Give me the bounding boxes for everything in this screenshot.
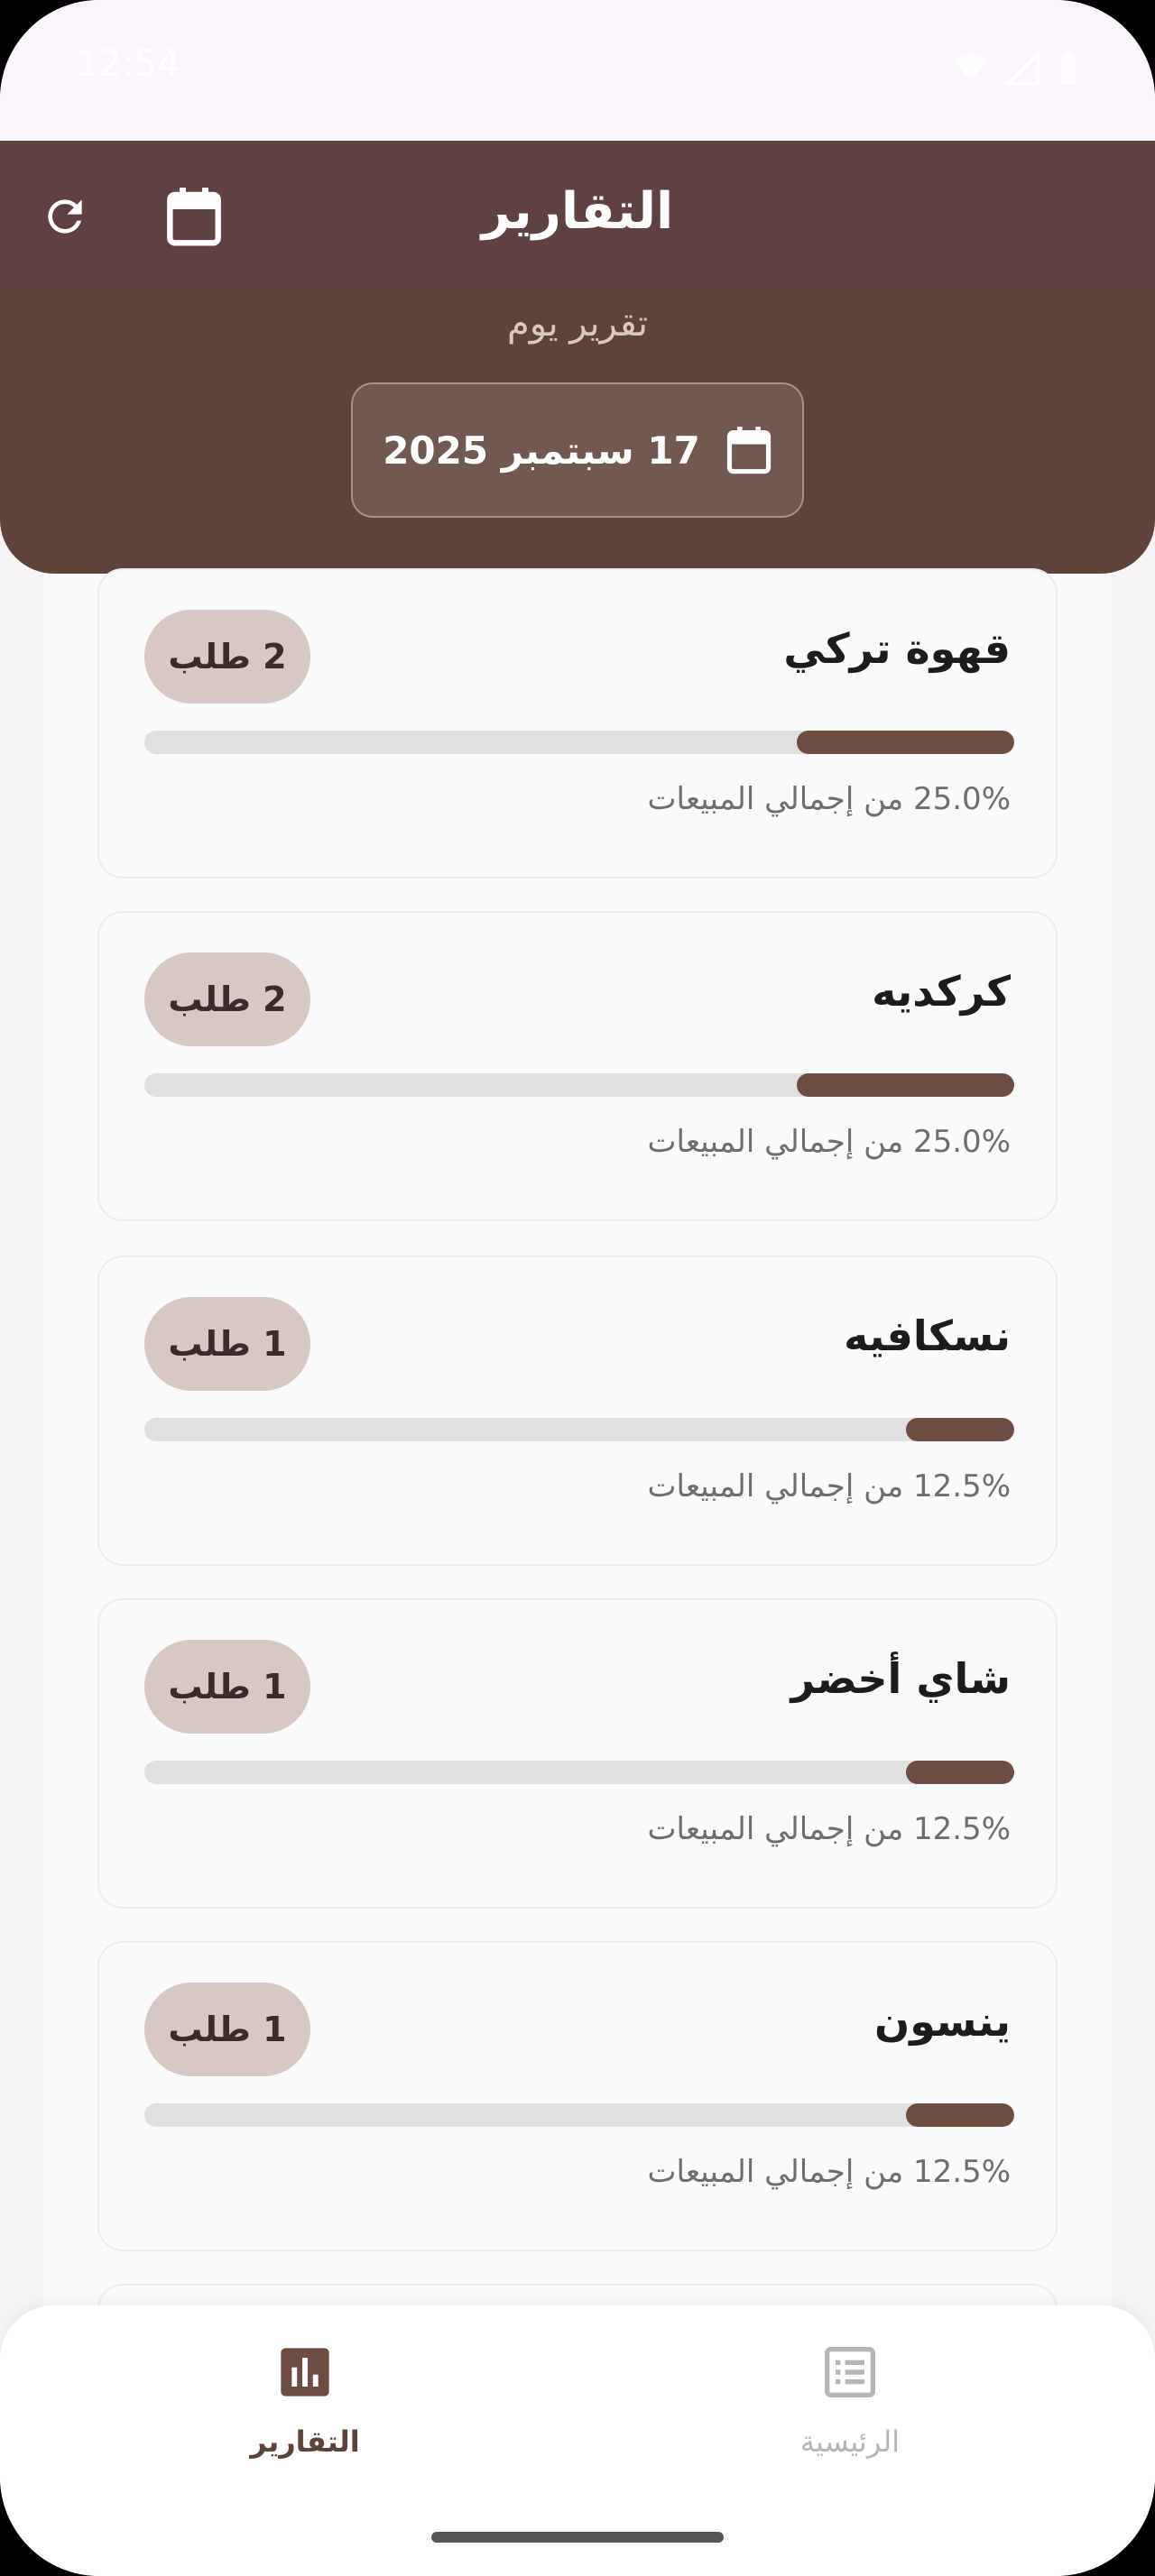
- order-count-badge: 1 طلب: [144, 1297, 310, 1391]
- page-title: التقارير: [481, 182, 674, 241]
- status-icons: [953, 50, 1079, 90]
- sales-share-fill: [797, 731, 1014, 754]
- sales-share-fill: [905, 1418, 1014, 1441]
- item-name: ينسون: [874, 1997, 1011, 2046]
- sales-share-bar: [144, 2103, 1014, 2127]
- sales-share-bar: [144, 1761, 1014, 1784]
- sales-share-text: 12.5% من إجمالي المبيعات: [647, 1811, 1011, 1847]
- item-card: شاي أخضر 1 طلب 12.5% من إجمالي المبيعات: [97, 1598, 1058, 1909]
- sales-share-fill: [905, 2103, 1014, 2127]
- sales-share-fill: [797, 1073, 1014, 1097]
- item-card: ينسون 1 طلب 12.5% من إجمالي المبيعات: [97, 1941, 1058, 2251]
- status-time: 12:54: [76, 43, 180, 85]
- battery-icon: [1058, 51, 1079, 90]
- sales-share-text: 12.5% من إجمالي المبيعات: [647, 1468, 1011, 1504]
- date-picker-button[interactable]: 17 سبتمبر 2025: [351, 382, 804, 518]
- item-card: كركديه 2 طلب 25.0% من إجمالي المبيعات: [97, 911, 1058, 1221]
- sales-share-text: 25.0% من إجمالي المبيعات: [647, 781, 1011, 817]
- item-name: قهوة تركي: [783, 624, 1011, 673]
- sales-share-text: 12.5% من إجمالي المبيعات: [647, 2154, 1011, 2190]
- item-name: شاي أخضر: [790, 1654, 1011, 1703]
- app-screen: 12:54 التقارير تقرير يوم 17 سبتمبر 2025 …: [0, 0, 1155, 2576]
- nav-label-reports: التقارير: [250, 2424, 360, 2459]
- nav-item-home[interactable]: الرئيسية: [742, 2343, 958, 2497]
- report-header: تقرير يوم 17 سبتمبر 2025: [0, 292, 1155, 574]
- report-subtitle: تقرير يوم: [507, 303, 648, 345]
- status-bar: 12:54: [0, 0, 1155, 141]
- sales-share-bar: [144, 1418, 1014, 1441]
- order-count-badge: 1 طلب: [144, 1640, 310, 1734]
- order-count-badge: 2 طلب: [144, 952, 310, 1046]
- item-name: نسكافيه: [844, 1311, 1011, 1360]
- sales-share-bar: [144, 1073, 1014, 1097]
- item-name: كركديه: [872, 967, 1011, 1016]
- receipt-list-icon: [825, 2347, 875, 2397]
- order-count-badge: 2 طلب: [144, 610, 310, 704]
- item-card: نسكافيه 1 طلب 12.5% من إجمالي المبيعات: [97, 1256, 1058, 1566]
- order-count-badge: 1 طلب: [144, 1983, 310, 2076]
- signal-icon: [1004, 50, 1041, 90]
- selected-date: 17 سبتمبر 2025: [383, 428, 700, 473]
- nav-item-reports[interactable]: التقارير: [197, 2343, 413, 2497]
- wifi-icon: [953, 51, 989, 90]
- bar-chart-icon: [281, 2348, 329, 2397]
- item-card: قهوة تركي 2 طلب 25.0% من إجمالي المبيعات: [97, 568, 1058, 879]
- nav-label-home: الرئيسية: [799, 2424, 901, 2459]
- calendar-icon: [726, 427, 771, 474]
- app-bar: التقارير: [0, 141, 1155, 292]
- sales-share-bar: [144, 731, 1014, 754]
- home-indicator: [431, 2532, 724, 2543]
- sales-share-text: 25.0% من إجمالي المبيعات: [647, 1124, 1011, 1160]
- sales-share-fill: [905, 1761, 1014, 1784]
